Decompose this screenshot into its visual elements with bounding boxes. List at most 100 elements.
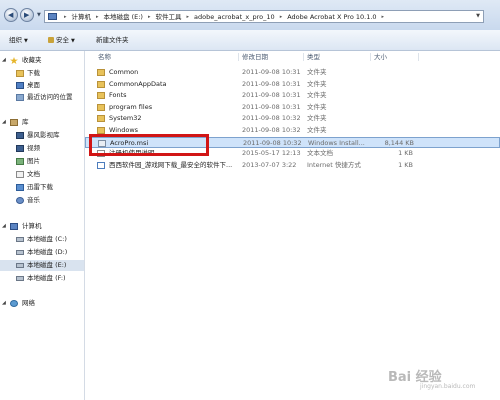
breadcrumb-acrobat-folder[interactable]: adobe_acrobat_x_pro_10 bbox=[192, 12, 277, 22]
arrow-right-icon: ▶ bbox=[24, 11, 30, 19]
sidebar-header-label: 计算机 bbox=[22, 222, 42, 230]
sidebar-item-desktop[interactable]: 桌面 bbox=[0, 80, 84, 91]
new-folder-button[interactable]: 新建文件夹 bbox=[96, 36, 129, 45]
library-icon bbox=[10, 119, 18, 126]
breadcrumb-computer[interactable]: 计算机 bbox=[70, 12, 94, 22]
collapse-triangle-icon[interactable]: ◢ bbox=[2, 221, 6, 232]
address-dropdown-icon[interactable]: ▼ bbox=[476, 13, 480, 19]
file-name: Common bbox=[109, 68, 139, 76]
sidebar-item-label: 文档 bbox=[27, 170, 40, 178]
file-date: 2011-09-08 10:31 bbox=[242, 91, 301, 100]
download-folder-icon bbox=[16, 70, 24, 77]
sidebar-computer-header[interactable]: ◢ 计算机 bbox=[0, 221, 84, 232]
chevron-down-icon: ▼ bbox=[71, 38, 75, 44]
file-type: 文件夹 bbox=[307, 126, 327, 134]
file-name: program files bbox=[109, 102, 153, 111]
sidebar-item-label: 视频 bbox=[27, 144, 40, 152]
sidebar-item-label: 本地磁盘 (F:) bbox=[27, 274, 66, 282]
lock-icon bbox=[48, 37, 54, 43]
chevron-right-icon[interactable]: ▸ bbox=[183, 12, 192, 22]
media-library-icon bbox=[16, 132, 24, 139]
sidebar-item-videos[interactable]: 视频 bbox=[0, 143, 84, 154]
file-name: CommonAppData bbox=[109, 79, 167, 88]
file-type: 文件夹 bbox=[307, 79, 327, 88]
file-type: 文件夹 bbox=[307, 102, 327, 111]
column-header-size[interactable]: 大小 bbox=[374, 52, 387, 62]
sidebar-favorites-header[interactable]: ◢ 收藏夹 bbox=[0, 55, 84, 66]
file-name: 西西软件园_游戏网下载_最安全的软件下... bbox=[109, 160, 233, 169]
file-date: 2011-09-08 10:31 bbox=[242, 68, 301, 76]
highlight-annotation-box bbox=[89, 134, 209, 156]
chevron-right-icon[interactable]: ▸ bbox=[379, 12, 388, 22]
sidebar-item-drive-d[interactable]: 本地磁盘 (D:) bbox=[0, 247, 84, 258]
sidebar-item-pictures[interactable]: 图片 bbox=[0, 156, 84, 167]
sidebar-header-label: 网络 bbox=[22, 299, 35, 307]
sidebar-item-drive-e[interactable]: 本地磁盘 (E:) bbox=[0, 260, 84, 271]
hard-drive-icon bbox=[16, 250, 24, 255]
chevron-right-icon[interactable]: ▸ bbox=[93, 12, 102, 22]
file-date: 2011-09-08 10:31 bbox=[242, 102, 301, 111]
file-size: 1 KB bbox=[398, 149, 413, 158]
file-date: 2011-09-08 10:31 bbox=[242, 79, 301, 88]
recent-places-icon bbox=[16, 94, 24, 101]
file-list: 名称 修改日期 类型 大小 Common 2011-09-08 10:31 文件夹 C… bbox=[85, 51, 500, 400]
sidebar-item-label: 音乐 bbox=[27, 196, 40, 204]
breadcrumb-software-tools[interactable]: 软件工具 bbox=[153, 12, 183, 22]
folder-icon bbox=[97, 80, 105, 88]
sidebar-item-label: 桌面 bbox=[27, 81, 40, 89]
file-date: 2011-09-08 10:32 bbox=[242, 114, 301, 123]
file-row[interactable]: System32 2011-09-08 10:32 文件夹 bbox=[85, 113, 500, 124]
security-button[interactable]: 安全 ▼ bbox=[48, 36, 75, 45]
breadcrumb-current-folder[interactable]: Adobe Acrobat X Pro 10.1.0 bbox=[285, 12, 378, 22]
file-row[interactable]: Fonts 2011-09-08 10:31 文件夹 bbox=[85, 90, 500, 101]
sidebar-item-recent-places[interactable]: 最近访问的位置 bbox=[0, 92, 84, 103]
address-bar-area: ◀ ▶ ▼ ▸ 计算机 ▸ 本地磁盘 (E:) ▸ 软件工具 ▸ adobe_a… bbox=[0, 0, 500, 30]
sidebar-item-drive-c[interactable]: 本地磁盘 (C:) bbox=[0, 234, 84, 245]
sidebar-item-label: 最近访问的位置 bbox=[27, 93, 73, 101]
file-type: 文件夹 bbox=[307, 68, 327, 76]
sidebar-network-header[interactable]: ◢ 网络 bbox=[0, 298, 84, 309]
forward-button[interactable]: ▶ bbox=[20, 8, 34, 22]
collapse-triangle-icon[interactable]: ◢ bbox=[2, 298, 6, 309]
organize-button[interactable]: 组织 ▼ bbox=[9, 36, 28, 45]
column-header-date[interactable]: 修改日期 bbox=[242, 52, 268, 62]
file-date: 2011-09-08 10:32 bbox=[242, 126, 301, 134]
file-row[interactable]: program files 2011-09-08 10:31 文件夹 bbox=[85, 102, 500, 113]
sidebar-item-label: 图片 bbox=[27, 157, 40, 165]
breadcrumb: ▸ 计算机 ▸ 本地磁盘 (E:) ▸ 软件工具 ▸ adobe_acrobat… bbox=[61, 12, 387, 22]
computer-icon bbox=[10, 223, 18, 230]
desktop-icon bbox=[16, 82, 24, 89]
column-divider[interactable] bbox=[238, 53, 239, 61]
chevron-right-icon[interactable]: ▸ bbox=[277, 12, 286, 22]
arrow-left-icon: ◀ bbox=[8, 11, 14, 19]
sidebar-item-label: 本地磁盘 (E:) bbox=[27, 261, 67, 269]
address-bar[interactable]: ▸ 计算机 ▸ 本地磁盘 (E:) ▸ 软件工具 ▸ adobe_acrobat… bbox=[44, 10, 484, 23]
network-icon bbox=[10, 300, 18, 307]
file-type: 文件夹 bbox=[307, 114, 327, 123]
chevron-right-icon[interactable]: ▸ bbox=[145, 12, 154, 22]
column-header-type[interactable]: 类型 bbox=[307, 52, 320, 62]
column-header-name[interactable]: 名称 bbox=[98, 52, 111, 62]
chevron-right-icon[interactable]: ▸ bbox=[61, 12, 70, 22]
column-divider[interactable] bbox=[370, 53, 371, 61]
column-divider[interactable] bbox=[303, 53, 304, 61]
sidebar-item-thunder-downloads[interactable]: 迅雷下载 bbox=[0, 182, 84, 193]
file-row[interactable]: 西西软件园_游戏网下载_最安全的软件下... 2013-07-07 3:22 Int… bbox=[85, 160, 500, 171]
sidebar-item-drive-f[interactable]: 本地磁盘 (F:) bbox=[0, 273, 84, 284]
back-button[interactable]: ◀ bbox=[4, 8, 18, 22]
sidebar-item-baofeng-library[interactable]: 暴风影视库 bbox=[0, 130, 84, 141]
column-divider[interactable] bbox=[418, 53, 419, 61]
navigation-pane: ◢ 收藏夹 下载 桌面 最近访问的位置 ◢ 库 暴风影视库 视频 图片 文档 迅… bbox=[0, 51, 85, 400]
breadcrumb-drive-e[interactable]: 本地磁盘 (E:) bbox=[102, 12, 145, 22]
collapse-triangle-icon[interactable]: ◢ bbox=[2, 55, 6, 66]
sidebar-item-music[interactable]: 音乐 bbox=[0, 195, 84, 206]
collapse-triangle-icon[interactable]: ◢ bbox=[2, 117, 6, 128]
history-dropdown-icon[interactable]: ▼ bbox=[37, 12, 41, 18]
internet-shortcut-icon bbox=[97, 161, 105, 169]
sidebar-item-downloads[interactable]: 下载 bbox=[0, 68, 84, 79]
file-date: 2011-09-08 10:32 bbox=[243, 138, 302, 147]
sidebar-item-documents[interactable]: 文档 bbox=[0, 169, 84, 180]
file-row[interactable]: CommonAppData 2011-09-08 10:31 文件夹 bbox=[85, 79, 500, 90]
file-row[interactable]: Common 2011-09-08 10:31 文件夹 bbox=[85, 67, 500, 78]
sidebar-libraries-header[interactable]: ◢ 库 bbox=[0, 117, 84, 128]
